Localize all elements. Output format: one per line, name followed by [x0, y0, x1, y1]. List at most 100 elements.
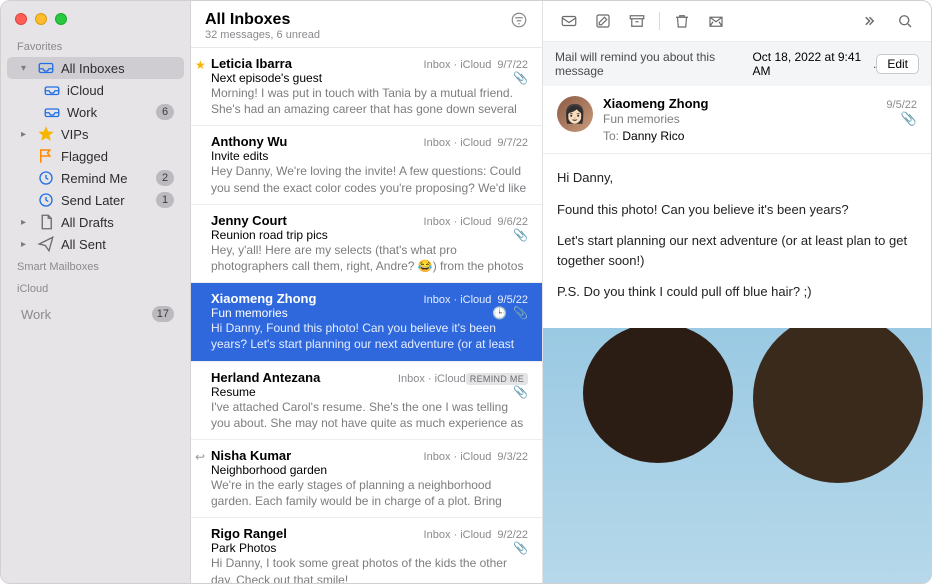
message-row[interactable]: ★ Leticia Ibarra Inbox · iCloud 9/7/22 Nex…: [191, 48, 542, 126]
mail-window: Favorites ▾ All Inboxes iCloud Work 6 ▸ …: [0, 0, 932, 584]
sidebar: Favorites ▾ All Inboxes iCloud Work 6 ▸ …: [1, 1, 191, 583]
sidebar-item-all-drafts[interactable]: ▸ All Drafts: [7, 211, 184, 233]
message-mailbox: Inbox · iCloud: [424, 294, 492, 306]
body-paragraph: Found this photo! Can you believe it's b…: [557, 200, 917, 220]
sidebar-item-vips[interactable]: ▸ VIPs: [7, 123, 184, 145]
clock-indicator-icon: 🕒: [492, 306, 507, 320]
more-icon[interactable]: [857, 9, 885, 33]
tray-all-icon: [37, 60, 55, 76]
tray-icon: [43, 82, 61, 98]
icloud-section-label[interactable]: iCloud: [1, 277, 190, 299]
message-subject: Next episode's guest: [211, 71, 507, 85]
unread-badge: 6: [156, 104, 174, 120]
message-from: Nisha Kumar: [211, 448, 418, 463]
message-subject: Park Photos: [211, 541, 507, 555]
sidebar-item-icloud-inbox[interactable]: iCloud: [7, 79, 184, 101]
compose-icon[interactable]: [589, 9, 617, 33]
message-subject: Fun memories: [211, 306, 486, 320]
fullscreen-window-icon[interactable]: [55, 13, 67, 25]
star-icon: [37, 126, 55, 142]
smart-mailboxes-section-label: Smart Mailboxes: [1, 255, 190, 277]
message-preview: Hi Danny, I took some great photos of th…: [211, 555, 528, 583]
message-mailbox: Inbox · iCloud: [398, 373, 466, 385]
message-subject: Resume: [211, 385, 507, 399]
to-value[interactable]: Danny Rico: [622, 129, 684, 143]
mail-date: 9/5/22: [886, 99, 917, 111]
sidebar-item-all-sent[interactable]: ▸ All Sent: [7, 233, 184, 255]
sender-avatar[interactable]: 👩🏻: [557, 96, 593, 132]
mail-body: Hi Danny, Found this photo! Can you beli…: [543, 154, 931, 328]
chevron-right-icon[interactable]: ▸: [21, 217, 31, 228]
sidebar-item-send-later[interactable]: Send Later 1: [7, 189, 184, 211]
message-row[interactable]: Jenny CourtInbox · iCloud9/6/22 Reunion …: [191, 205, 542, 283]
star-indicator-icon: ★: [195, 58, 206, 72]
sidebar-item-label: Flagged: [61, 149, 174, 164]
sidebar-item-work-account[interactable]: Work 17: [7, 303, 184, 325]
attached-photo[interactable]: [543, 328, 931, 584]
message-preview: Hey Danny, We're loving the invite! A fe…: [211, 163, 528, 195]
banner-text-prefix: Mail will remind you about this message: [555, 50, 752, 78]
mail-subject: Fun memories: [603, 112, 893, 126]
message-row-selected[interactable]: Xiaomeng ZhongInbox · iCloud9/5/22 Fun m…: [191, 283, 542, 361]
remind-me-pill: REMIND ME: [466, 373, 528, 385]
message-mailbox: Inbox · iCloud: [424, 216, 492, 228]
chevron-right-icon[interactable]: ▸: [21, 239, 31, 250]
message-mailbox: Inbox · iCloud: [424, 59, 492, 71]
paperplane-icon: [37, 236, 55, 252]
message-date: 9/7/22: [497, 59, 528, 71]
sidebar-item-label: All Drafts: [61, 215, 174, 230]
chevron-right-icon[interactable]: ▸: [21, 129, 31, 140]
message-row[interactable]: ↩ Nisha KumarInbox · iCloud9/3/22 Neighb…: [191, 440, 542, 518]
minimize-window-icon[interactable]: [35, 13, 47, 25]
remind-badge: 2: [156, 170, 174, 186]
mail-header: 👩🏻 Xiaomeng Zhong 9/5/22 Fun memories 📎 …: [543, 86, 931, 154]
attachment-icon: 📎: [513, 306, 528, 320]
archive-icon[interactable]: [623, 9, 651, 33]
message-list-header: All Inboxes 32 messages, 6 unread: [191, 1, 542, 48]
recipient-row: To: Danny Rico: [603, 129, 917, 143]
body-paragraph: Let's start planning our next adventure …: [557, 231, 917, 270]
toolbar: [543, 1, 931, 42]
sidebar-item-work-inbox[interactable]: Work 6: [7, 101, 184, 123]
message-preview: Hey, y'all! Here are my selects (that's …: [211, 242, 528, 274]
chevron-down-icon[interactable]: ▾: [21, 63, 31, 74]
message-from: Leticia Ibarra: [211, 56, 418, 71]
message-row[interactable]: Herland AntezanaInbox · iCloudREMIND ME …: [191, 362, 542, 440]
toolbar-separator: [659, 12, 660, 30]
message-list-scroll[interactable]: ★ Leticia Ibarra Inbox · iCloud 9/7/22 Nex…: [191, 48, 542, 583]
sidebar-item-remind-me[interactable]: Remind Me 2: [7, 167, 184, 189]
junk-icon[interactable]: [702, 9, 730, 33]
message-list-pane: All Inboxes 32 messages, 6 unread ★ Leti…: [191, 1, 543, 583]
attachment-icon[interactable]: 📎: [901, 111, 917, 127]
favorites-section-label: Favorites: [1, 35, 190, 57]
message-from: Herland Antezana: [211, 370, 392, 385]
attachment-icon: 📎: [513, 228, 528, 242]
mailbox-title: All Inboxes: [205, 11, 510, 29]
close-window-icon[interactable]: [15, 13, 27, 25]
message-date: 9/3/22: [497, 451, 528, 463]
sidebar-item-flagged[interactable]: Flagged: [7, 145, 184, 167]
attachment-icon: 📎: [513, 541, 528, 555]
message-subject: Invite edits: [211, 149, 528, 163]
message-from: Jenny Court: [211, 213, 418, 228]
clock-send-icon: [37, 192, 55, 208]
sidebar-item-label: Work: [21, 307, 146, 322]
sidebar-item-label: Remind Me: [61, 171, 150, 186]
sidebar-item-all-inboxes[interactable]: ▾ All Inboxes: [7, 57, 184, 79]
sidebar-item-label: iCloud: [67, 83, 174, 98]
send-later-badge: 1: [156, 192, 174, 208]
window-controls: [1, 1, 190, 35]
sender-name: Xiaomeng Zhong: [603, 96, 886, 111]
body-paragraph: Hi Danny,: [557, 168, 917, 188]
envelope-icon[interactable]: [555, 9, 583, 33]
message-preview: We're in the early stages of planning a …: [211, 477, 528, 509]
filter-icon[interactable]: [510, 11, 528, 32]
search-icon[interactable]: [891, 9, 919, 33]
message-date: 9/5/22: [497, 294, 528, 306]
edit-remind-button[interactable]: Edit: [876, 54, 919, 74]
replied-indicator-icon: ↩: [195, 450, 205, 464]
flag-icon: [37, 148, 55, 164]
message-row[interactable]: Rigo RangelInbox · iCloud9/2/22 Park Pho…: [191, 518, 542, 583]
message-row[interactable]: Anthony WuInbox · iCloud9/7/22 Invite ed…: [191, 126, 542, 204]
trash-icon[interactable]: [668, 9, 696, 33]
